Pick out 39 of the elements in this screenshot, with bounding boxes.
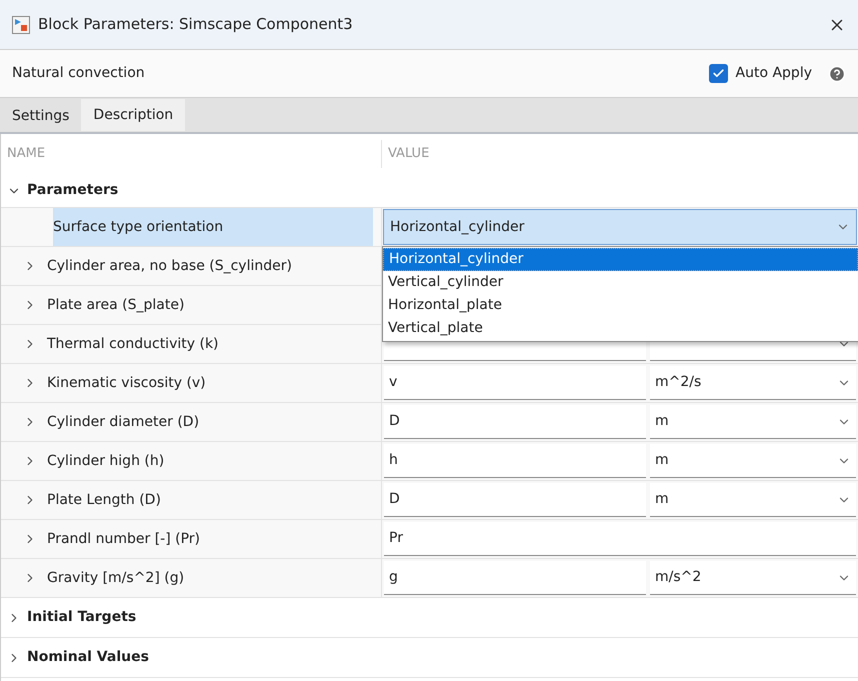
value-field[interactable]: g (384, 561, 646, 595)
dropdown-option[interactable]: Horizontal_cylinder (383, 248, 858, 271)
auto-apply-label: Auto Apply (736, 64, 812, 83)
unit-dropdown[interactable]: m^2/s (650, 366, 856, 400)
parameter-name: Gravity [m/s^2] (g) (47, 568, 186, 588)
column-header: VALUE (387, 145, 430, 164)
parameter-name: Surface type orientation (53, 208, 373, 246)
section-title: Parameters (27, 181, 118, 200)
value-field[interactable]: Pr (384, 522, 856, 556)
block-icon (12, 16, 30, 34)
parameter-name: Thermal conductivity (k) (47, 334, 220, 354)
dropdown-option[interactable]: Vertical_cylinder (383, 271, 858, 294)
unit-dropdown[interactable]: m/s^2 (650, 561, 856, 595)
check-icon (712, 67, 725, 80)
value-field[interactable]: D (384, 483, 646, 517)
parameter-name: Plate area (S_plate) (47, 296, 186, 314)
section-title: Initial Targets (27, 608, 136, 627)
parameter-name: Plate Length (D) (47, 490, 162, 510)
value-field[interactable]: h (384, 444, 646, 478)
value-field[interactable]: D (384, 405, 646, 439)
dropdown-field[interactable]: Horizontal_cylinder (383, 209, 857, 245)
parameter-name: Kinematic viscosity (v) (47, 374, 207, 392)
unit-dropdown[interactable]: m (650, 483, 856, 517)
value-field[interactable]: v (384, 366, 646, 400)
window-title: Block Parameters: Simscape Component3 (38, 14, 353, 36)
block-name: Natural convection (12, 64, 145, 83)
parameter-name: Prandl number [-] (Pr) (47, 530, 202, 548)
section-title: Nominal Values (27, 648, 149, 667)
parameter-name: Cylinder high (h) (47, 452, 166, 470)
tab[interactable]: Description (81, 99, 186, 131)
auto-apply-checkbox[interactable] (708, 64, 728, 83)
unit-dropdown[interactable]: m (650, 405, 856, 439)
dropdown-option[interactable]: Vertical_plate (383, 317, 858, 340)
column-header: NAME (1, 140, 382, 168)
dropdown-option[interactable]: Horizontal_plate (383, 294, 858, 317)
help-icon[interactable] (828, 64, 846, 82)
unit-dropdown[interactable]: m (650, 444, 856, 478)
parameter-name: Cylinder area, no base (S_cylinder) (47, 256, 293, 276)
parameter-name: Cylinder diameter (D) (47, 412, 200, 432)
